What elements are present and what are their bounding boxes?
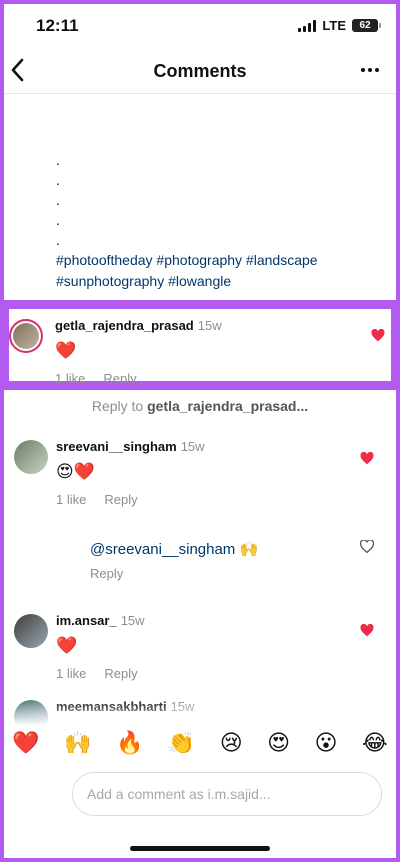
heart-icon[interactable] bbox=[371, 328, 385, 345]
reply-to-banner: Reply to getla_rajendra_prasad... bbox=[0, 398, 400, 414]
comment-time: 15w bbox=[120, 613, 145, 628]
status-time: 12:11 bbox=[36, 16, 79, 35]
caption-dot: . bbox=[56, 192, 60, 208]
emoji-quick-bar: ❤️ 🙌 🔥 👏 😢 😍 😮 😂 bbox=[0, 726, 400, 760]
emoji-fire-button[interactable]: 🔥 bbox=[116, 730, 143, 756]
emoji-heart-eyes-button[interactable]: 😍 bbox=[267, 730, 290, 756]
like-count[interactable]: 1 like bbox=[55, 371, 85, 386]
like-count[interactable]: 1 like bbox=[56, 492, 86, 507]
emoji-heart-button[interactable]: ❤️ bbox=[12, 730, 39, 756]
hashtags-line[interactable]: #sunphotography #lowangle bbox=[56, 271, 376, 292]
highlighted-comment: getla_rajendra_prasad 15w ❤️ 1 like Reply bbox=[0, 300, 400, 390]
more-horizontal-icon[interactable] bbox=[360, 56, 380, 82]
comment-text: @sreevani__singham 🙌 bbox=[90, 541, 259, 558]
post-caption: . . . . . #photooftheday #photography #l… bbox=[56, 150, 376, 292]
avatar[interactable] bbox=[14, 614, 48, 648]
emoji-clap-button[interactable]: 👏 bbox=[168, 730, 195, 756]
avatar[interactable] bbox=[14, 440, 48, 474]
comment-time: 15w bbox=[180, 439, 205, 454]
reply-button[interactable]: Reply bbox=[104, 492, 137, 507]
reply-button[interactable]: Reply bbox=[104, 666, 137, 681]
reply-to-prefix: Reply to bbox=[91, 398, 144, 414]
heart-icon[interactable] bbox=[360, 623, 374, 640]
caption-dot: . bbox=[56, 152, 60, 168]
battery-icon: 62 bbox=[352, 19, 381, 32]
reply-to-username: getla_rajendra_prasad... bbox=[147, 398, 309, 414]
network-label: LTE bbox=[322, 18, 346, 33]
home-indicator[interactable] bbox=[130, 846, 270, 851]
reply-button[interactable]: Reply bbox=[90, 566, 123, 581]
comment-input-wrapper bbox=[72, 772, 382, 816]
caption-dot: . bbox=[56, 172, 60, 188]
emoji-crying-button[interactable]: 😢 bbox=[220, 730, 243, 756]
comment-time: 15w bbox=[197, 318, 222, 333]
emoji-surprised-button[interactable]: 😮 bbox=[315, 730, 338, 756]
avatar[interactable] bbox=[9, 319, 43, 353]
comment-text: ❤️ bbox=[55, 341, 77, 360]
hashtags-line[interactable]: #photooftheday #photography #landscape bbox=[56, 250, 376, 271]
comment-username[interactable]: sreevani__singham bbox=[56, 439, 177, 454]
comment-text: ❤️ bbox=[56, 636, 78, 655]
status-bar: 12:11 LTE 62 bbox=[0, 0, 400, 50]
comment-username[interactable]: im.ansar_ bbox=[56, 613, 117, 628]
comment-input[interactable] bbox=[73, 773, 381, 815]
comments-header: Comments bbox=[0, 50, 400, 94]
signal-icon bbox=[298, 19, 317, 32]
heart-outline-icon[interactable] bbox=[359, 539, 375, 556]
scroll-fade bbox=[0, 700, 400, 726]
emoji-raised-hands-button[interactable]: 🙌 bbox=[64, 730, 91, 756]
caption-dot: . bbox=[56, 232, 60, 248]
comment-username[interactable]: getla_rajendra_prasad bbox=[55, 318, 194, 333]
reply-button[interactable]: Reply bbox=[103, 371, 136, 386]
emoji-laughing-button[interactable]: 😂 bbox=[362, 730, 388, 756]
page-title: Comments bbox=[153, 61, 247, 81]
like-count[interactable]: 1 like bbox=[56, 666, 86, 681]
heart-icon[interactable] bbox=[360, 451, 374, 468]
caption-dot: . bbox=[56, 212, 60, 228]
comment-text: 😍❤️ bbox=[56, 462, 95, 481]
